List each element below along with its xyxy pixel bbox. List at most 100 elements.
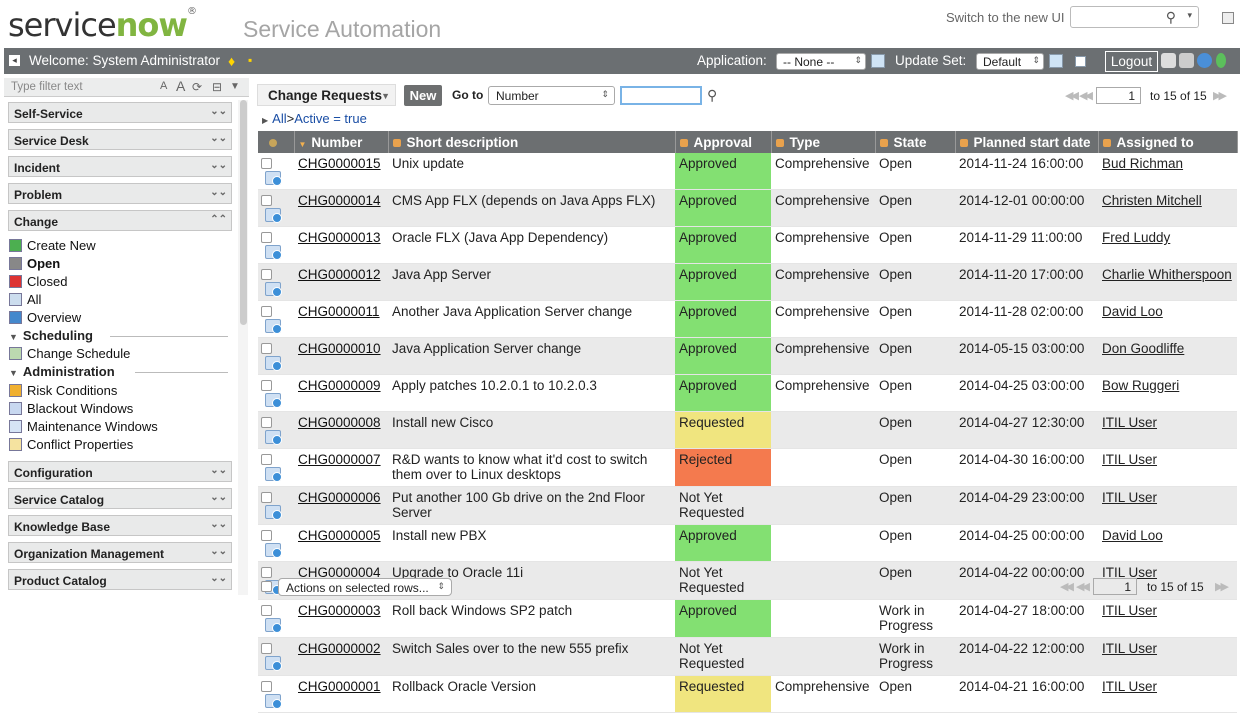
preview-record-icon[interactable] <box>265 356 282 371</box>
scheduling-header[interactable]: ▼ Scheduling <box>9 328 228 343</box>
toggle-navigator-icon[interactable]: ◂ <box>9 55 20 66</box>
assigned-user-link[interactable]: Charlie Whitherspoon <box>1102 267 1232 282</box>
preview-record-icon[interactable] <box>265 467 282 482</box>
assigned-user-link[interactable]: David Loo <box>1102 304 1163 319</box>
table-row[interactable]: CHG0000011 Another Java Application Serve… <box>258 300 1237 338</box>
table-row[interactable]: CHG0000006 Put another 100 Gb drive on th… <box>258 486 1237 525</box>
actions-select[interactable]: Actions on selected rows... ⇕ <box>278 578 452 596</box>
chevron-down-icon[interactable]: ▾ <box>1187 10 1192 21</box>
column-menu-icon[interactable] <box>959 138 968 147</box>
table-row[interactable]: CHG0000014 CMS App FLX (depends on Java A… <box>258 189 1237 227</box>
record-number-link[interactable]: CHG0000009 <box>298 378 381 393</box>
global-search-input[interactable]: ⚲ ▾ <box>1070 6 1199 28</box>
row-checkbox[interactable] <box>261 343 272 354</box>
assigned-user-link[interactable]: David Loo <box>1102 528 1163 543</box>
nav-section-change[interactable]: Change ⌃⌃ <box>8 210 232 231</box>
assigned-user-link[interactable]: Bud Richman <box>1102 156 1183 171</box>
preview-record-icon[interactable] <box>265 430 282 445</box>
record-number-link[interactable]: CHG0000011 <box>298 304 380 319</box>
nav-item-create-new[interactable]: Create New <box>9 238 96 253</box>
application-picker-icon[interactable] <box>871 54 885 68</box>
preview-record-icon[interactable] <box>265 618 282 633</box>
table-row[interactable]: CHG0000001 Rollback Oracle Version Request… <box>258 675 1237 713</box>
table-row[interactable]: CHG0000009 Apply patches 10.2.0.1 to 10.2… <box>258 374 1237 412</box>
nav-section-organization-management[interactable]: Organization Management ⌄⌄ <box>8 542 232 563</box>
column-header-state[interactable]: State <box>875 131 956 153</box>
preview-record-icon[interactable] <box>265 171 282 186</box>
row-checkbox[interactable] <box>261 158 272 169</box>
nav-section-product-catalog[interactable]: Product Catalog ⌄⌄ <box>8 569 232 590</box>
triangle-right-icon[interactable]: ▶ <box>262 116 268 125</box>
nav-section-self-service[interactable]: Self-Service ⌄⌄ <box>8 102 232 123</box>
page-input[interactable]: 1 <box>1093 578 1137 595</box>
nav-section-incident[interactable]: Incident ⌄⌄ <box>8 156 232 177</box>
row-checkbox[interactable] <box>261 269 272 280</box>
switch-ui-link[interactable]: Switch to the new UI <box>946 10 1065 25</box>
record-number-link[interactable]: CHG0000001 <box>298 679 381 694</box>
preview-record-icon[interactable] <box>265 282 282 297</box>
table-row[interactable]: CHG0000012 Java App Server Approved Compreh… <box>258 263 1237 301</box>
row-checkbox[interactable] <box>261 417 272 428</box>
filter-input-placeholder[interactable]: Type filter text <box>11 81 83 93</box>
column-header-assigned-to[interactable]: Assigned to <box>1098 131 1238 153</box>
nav-item-open[interactable]: Open <box>9 256 60 271</box>
nav-section-configuration[interactable]: Configuration ⌄⌄ <box>8 461 232 482</box>
nav-item-risk-conditions[interactable]: Risk Conditions <box>9 383 117 398</box>
nav-item-overview[interactable]: Overview <box>9 310 81 325</box>
record-number-link[interactable]: CHG0000015 <box>298 156 381 171</box>
preview-record-icon[interactable] <box>265 656 282 671</box>
table-row[interactable]: CHG0000003 Roll back Windows SP2 patch App… <box>258 599 1237 638</box>
preview-record-icon[interactable] <box>265 694 282 709</box>
record-number-link[interactable]: CHG0000005 <box>298 528 381 543</box>
table-row[interactable]: CHG0000013 Oracle FLX (Java App Dependenc… <box>258 226 1237 264</box>
record-number-link[interactable]: CHG0000002 <box>298 641 381 656</box>
table-row[interactable]: CHG0000015 Unix update Approved Comprehensi… <box>258 153 1237 190</box>
chevron-down-icon[interactable]: ⌄⌄ <box>210 465 227 476</box>
preview-record-icon[interactable] <box>265 505 282 520</box>
assigned-user-link[interactable]: ITIL User <box>1102 603 1157 618</box>
nav-item-change-schedule[interactable]: Change Schedule <box>9 346 130 361</box>
row-checkbox[interactable] <box>261 530 272 541</box>
assigned-user-link[interactable]: ITIL User <box>1102 641 1157 656</box>
record-number-link[interactable]: CHG0000012 <box>298 267 381 282</box>
nav-item-blackout-windows[interactable]: Blackout Windows <box>9 401 133 416</box>
page-input[interactable]: 1 <box>1096 87 1141 104</box>
table-row[interactable]: CHG0000002 Switch Sales over to the new 5… <box>258 637 1237 676</box>
table-row[interactable]: CHG0000010 Java Application Server change… <box>258 337 1237 375</box>
nav-item-maintenance-windows[interactable]: Maintenance Windows <box>9 419 158 434</box>
navigator-filter[interactable]: Type filter text A A ⟳ ⊟ ▼ <box>4 78 249 97</box>
nav-section-service-desk[interactable]: Service Desk ⌄⌄ <box>8 129 232 150</box>
row-checkbox[interactable] <box>261 232 272 243</box>
chevron-down-icon[interactable]: ⌄⌄ <box>210 133 227 144</box>
breadcrumb-filter-link[interactable]: Active = true <box>294 111 367 126</box>
column-menu-icon[interactable] <box>392 138 401 147</box>
nav-item-closed[interactable]: Closed <box>9 274 67 289</box>
next-page-icon[interactable]: ▶▶ <box>1215 580 1229 593</box>
list-title-menu[interactable]: Change Requests ▼ <box>257 84 396 106</box>
column-settings-header[interactable] <box>258 131 295 153</box>
collapse-header-icon[interactable] <box>1222 12 1234 24</box>
chevron-down-icon[interactable]: ⌄⌄ <box>210 106 227 117</box>
row-checkbox[interactable] <box>261 306 272 317</box>
assigned-user-link[interactable]: ITIL User <box>1102 452 1157 467</box>
administration-header[interactable]: ▼ Administration <box>9 364 228 379</box>
search-icon[interactable]: ⚲ <box>1166 9 1176 26</box>
assigned-user-link[interactable]: Bow Ruggeri <box>1102 378 1179 393</box>
first-page-icon[interactable]: ◀◀ <box>1065 89 1079 102</box>
prev-page-icon[interactable]: ◀◀ <box>1076 580 1090 593</box>
preview-record-icon[interactable] <box>265 393 282 408</box>
column-menu-icon[interactable] <box>679 138 688 147</box>
first-page-icon[interactable]: ◀◀ <box>1060 580 1074 593</box>
assigned-user-link[interactable]: Fred Luddy <box>1102 230 1170 245</box>
nav-item-all[interactable]: All <box>9 292 41 307</box>
select-all-checkbox[interactable] <box>261 581 272 592</box>
chevron-down-icon[interactable]: ⌄⌄ <box>210 573 227 584</box>
chevron-down-icon[interactable]: ⌄⌄ <box>210 546 227 557</box>
assigned-user-link[interactable]: ITIL User <box>1102 679 1157 694</box>
application-select[interactable]: -- None -- ⇕ <box>776 53 866 70</box>
nav-section-problem[interactable]: Problem ⌄⌄ <box>8 183 232 204</box>
row-checkbox[interactable] <box>261 195 272 206</box>
record-number-link[interactable]: CHG0000008 <box>298 415 381 430</box>
font-larger-icon[interactable]: A <box>176 78 185 94</box>
goto-field-select[interactable]: Number ⇕ <box>488 86 615 105</box>
